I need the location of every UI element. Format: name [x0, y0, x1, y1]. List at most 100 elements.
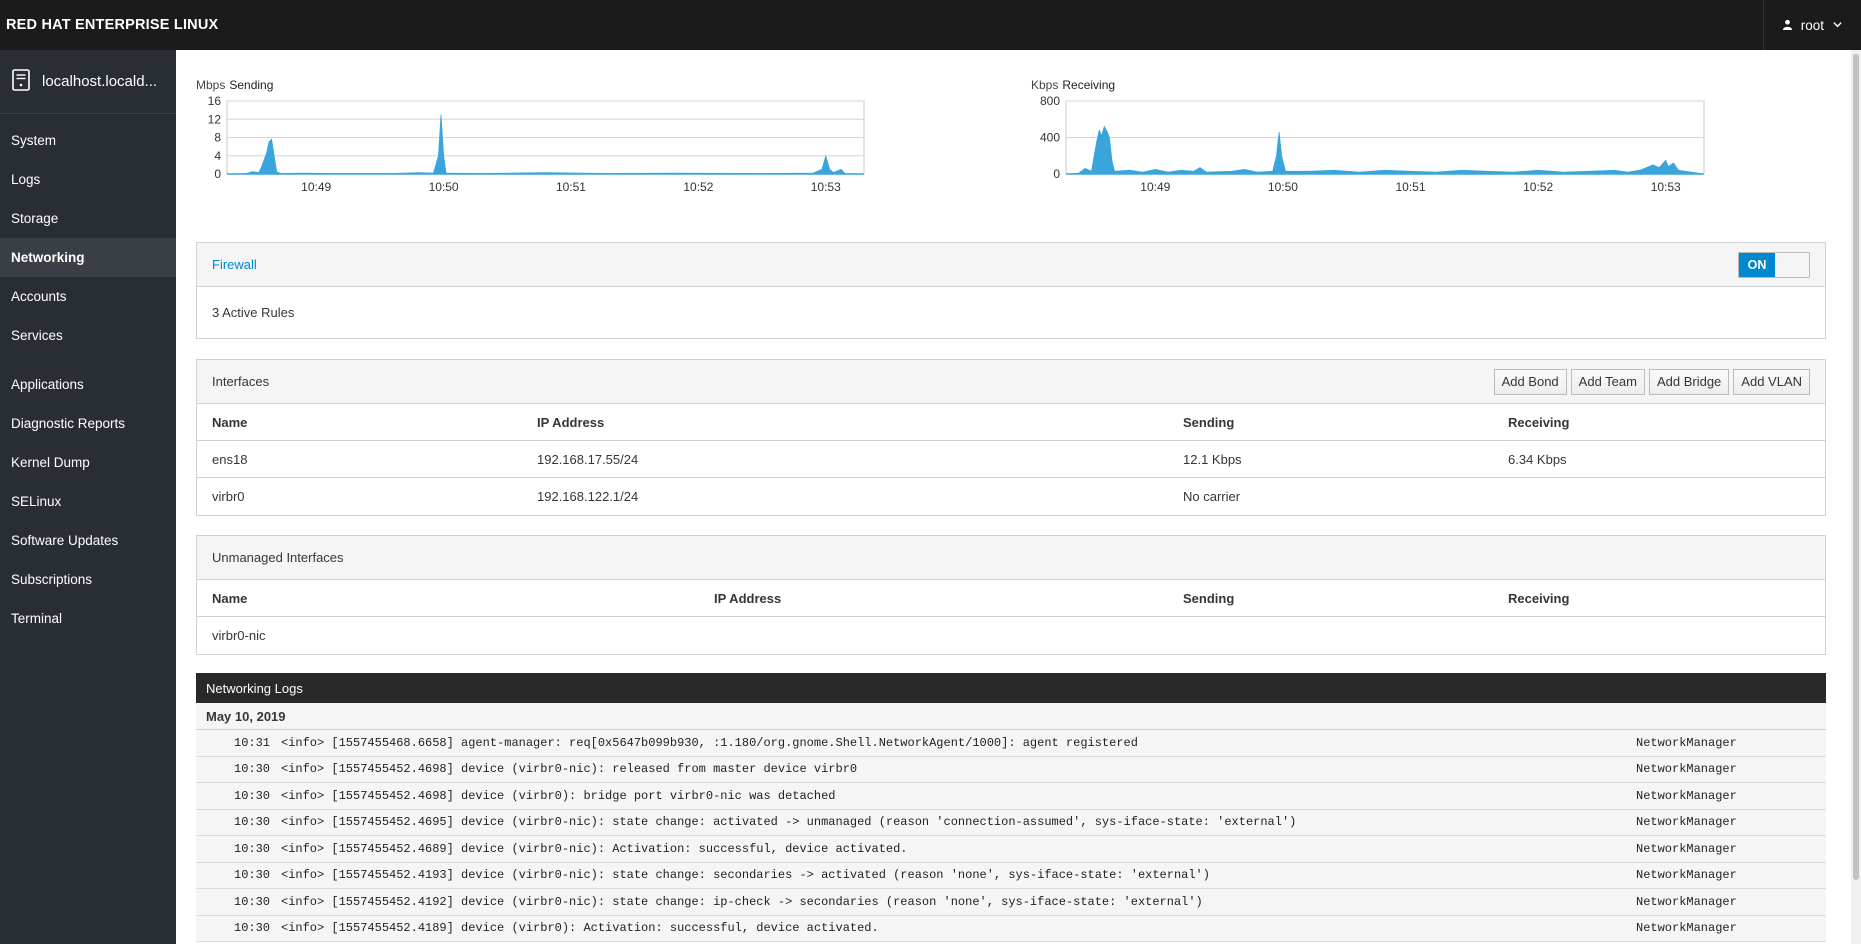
main-content: Mbps Sending 0 4 8 12 16 10:49 10:50 10:51 10:52 1… [176, 50, 1861, 944]
column-header-ip: IP Address [537, 414, 605, 430]
log-entry[interactable]: 10:30 <info> [1557455452.4698] device (vi… [196, 783, 1826, 810]
interface-ip: 192.168.122.1/24 [537, 489, 639, 504]
firewall-panel-header: Firewall ON [197, 243, 1825, 287]
column-header-sending: Sending [1183, 414, 1235, 430]
x-tick-label: 10:53 [1651, 180, 1681, 194]
user-menu[interactable]: root [1762, 0, 1861, 50]
host-name: localhost.locald... [42, 73, 158, 90]
sidebar-item-subscriptions[interactable]: Subscriptions [0, 560, 176, 599]
add-vlan-button[interactable]: Add VLAN [1733, 368, 1810, 395]
log-entry[interactable]: 10:30 <info> [1557455452.4695] device (vi… [196, 809, 1826, 836]
table-header: Name IP Address Sending Receiving [197, 580, 1825, 617]
firewall-link[interactable]: Firewall [212, 257, 257, 272]
x-tick-label: 10:50 [1268, 180, 1298, 194]
interface-actions: Add Bond Add Team Add Bridge Add VLAN [1493, 368, 1810, 395]
log-message: <info> [1557455452.4192] device (virbr0-… [281, 894, 1203, 909]
sidebar-item-terminal[interactable]: Terminal [0, 599, 176, 638]
sidebar-item-label: Kernel Dump [11, 455, 90, 470]
y-tick-label: 0 [214, 167, 221, 181]
user-icon [1782, 18, 1793, 33]
add-bridge-button[interactable]: Add Bridge [1648, 368, 1730, 395]
y-tick-label: 8 [214, 131, 221, 145]
sidebar-item-storage[interactable]: Storage [0, 199, 176, 238]
column-header-ip: IP Address [714, 590, 782, 606]
x-tick-label: 10:50 [429, 180, 459, 194]
sidebar-item-system[interactable]: System [0, 121, 176, 160]
firewall-toggle-off-side [1775, 252, 1809, 277]
table-row[interactable]: virbr0 192.168.122.1/24 No carrier [197, 478, 1825, 515]
log-source: NetworkManager [1636, 788, 1737, 803]
log-entry[interactable]: 10:30 <info> [1557455452.4189] device (vi… [196, 915, 1826, 942]
interfaces-panel: Interfaces Add Bond Add Team Add Bridge … [196, 359, 1826, 516]
log-entry[interactable]: 10:30 <info> [1557455452.4192] device (vi… [196, 889, 1826, 916]
log-message: <info> [1557455452.4698] device (virbr0-… [281, 762, 858, 777]
sidebar-item-applications[interactable]: Applications [0, 365, 176, 404]
receiving-chart-title: Kbps Receiving [1031, 78, 1115, 92]
logs-date: May 10, 2019 [196, 703, 1826, 730]
x-tick-label: 10:49 [1140, 180, 1170, 194]
column-header-name: Name [212, 414, 248, 430]
top-bar: RED HAT ENTERPRISE LINUX root [0, 0, 1861, 50]
interface-ip: 192.168.17.55/24 [537, 451, 639, 467]
log-entry[interactable]: 10:31 <info> [1557455468.6658] agent-mana… [196, 730, 1826, 757]
add-team-button[interactable]: Add Team [1570, 368, 1645, 395]
interface-sending: No carrier [1183, 489, 1241, 504]
sidebar-item-networking[interactable]: Networking [0, 238, 176, 277]
sidebar-item-services[interactable]: Services [0, 316, 176, 355]
log-time: 10:30 [234, 815, 271, 830]
y-tick-label: 12 [208, 112, 222, 126]
brand-title: RED HAT ENTERPRISE LINUX [6, 17, 219, 33]
receiving-chart-plot: 0 400 800 10:49 10:50 10:51 10:52 10:53 [1040, 94, 1705, 194]
firewall-toggle[interactable]: ON [1738, 251, 1810, 278]
add-bond-button[interactable]: Add Bond [1493, 368, 1567, 395]
column-header-receiving: Receiving [1508, 590, 1570, 606]
log-message: <info> [1557455468.6658] agent-manager: … [281, 735, 1138, 750]
log-time: 10:30 [234, 894, 271, 909]
interfaces-title: Interfaces [212, 374, 270, 389]
table-row[interactable]: virbr0-nic [197, 617, 1825, 654]
sidebar-item-selinux[interactable]: SELinux [0, 482, 176, 521]
sidebar-item-software-updates[interactable]: Software Updates [0, 521, 176, 560]
log-time: 10:30 [234, 762, 271, 777]
x-tick-label: 10:53 [811, 180, 841, 194]
log-entry[interactable]: 10:30 <info> [1557455452.4698] device (vi… [196, 756, 1826, 783]
firewall-rules-count: 3 Active Rules [212, 305, 295, 320]
log-source: NetworkManager [1636, 841, 1737, 856]
networking-logs: Networking Logs May 10, 2019 10:31 <info>… [196, 673, 1826, 942]
receiving-chart-label: Receiving [1062, 78, 1116, 92]
sidebar-item-label: Terminal [11, 611, 63, 626]
x-tick-label: 10:52 [1523, 180, 1553, 194]
log-message: <info> [1557455452.4698] device (virbr0)… [281, 788, 836, 803]
interface-sending: 12.1 Kbps [1183, 451, 1242, 467]
scrollbar-thumb[interactable] [1853, 54, 1859, 880]
sending-chart: Mbps Sending 0 4 8 12 16 10:49 10:50 10:51 10:52 1… [196, 78, 1016, 228]
x-tick-label: 10:51 [1396, 180, 1426, 194]
table-row[interactable]: ens18 192.168.17.55/24 12.1 Kbps 6.34 Kb… [197, 441, 1825, 478]
log-entry[interactable]: 10:30 <info> [1557455452.4689] device (vi… [196, 836, 1826, 863]
host-switcher[interactable]: localhost.locald... [0, 50, 176, 114]
log-time: 10:30 [234, 788, 271, 803]
log-source: NetworkManager [1636, 894, 1737, 909]
sidebar-item-label: Storage [11, 211, 59, 226]
unmanaged-interfaces-panel: Unmanaged Interfaces Name IP Address Sen… [196, 535, 1826, 655]
charts-area: Mbps Sending 0 4 8 12 16 10:49 10:50 10:51 10:52 1… [196, 78, 1821, 228]
log-time: 10:30 [234, 841, 271, 856]
log-time: 10:30 [234, 868, 271, 883]
interfaces-panel-header: Interfaces Add Bond Add Team Add Bridge … [197, 360, 1825, 404]
sidebar: localhost.locald... System Logs Storage … [0, 50, 176, 944]
x-tick-label: 10:49 [301, 180, 331, 194]
log-entry[interactable]: 10:30 <info> [1557455452.4193] device (vi… [196, 862, 1826, 889]
scrollbar[interactable] [1851, 50, 1861, 944]
server-icon [12, 68, 30, 95]
sidebar-item-kernel-dump[interactable]: Kernel Dump [0, 443, 176, 482]
sidebar-item-logs[interactable]: Logs [0, 160, 176, 199]
logs-title: Networking Logs [196, 673, 1826, 703]
log-list: 10:31 <info> [1557455468.6658] agent-mana… [196, 730, 1826, 942]
sidebar-item-accounts[interactable]: Accounts [0, 277, 176, 316]
sidebar-item-label: Networking [11, 250, 85, 265]
column-header-receiving: Receiving [1508, 414, 1570, 430]
sidebar-item-diagnostic-reports[interactable]: Diagnostic Reports [0, 404, 176, 443]
sidebar-item-label: Logs [11, 172, 41, 187]
chevron-down-icon [1832, 18, 1843, 33]
x-tick-label: 10:51 [556, 180, 586, 194]
